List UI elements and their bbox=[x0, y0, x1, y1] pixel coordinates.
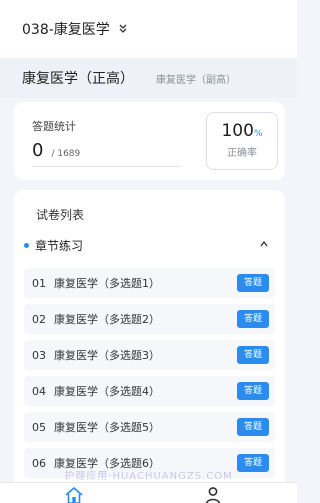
paper-list-card: 试卷列表 章节练习 01 康复医学（多选题1） 答题 02 康复医学（多选题2）… bbox=[14, 190, 285, 490]
list-item[interactable]: 01 康复医学（多选题1） 答题 bbox=[24, 268, 275, 298]
item-number: 03 bbox=[32, 348, 46, 362]
chevron-up-icon[interactable] bbox=[259, 240, 269, 248]
user-icon[interactable] bbox=[204, 486, 222, 503]
bullet-dot bbox=[24, 242, 29, 248]
item-number: 02 bbox=[32, 312, 46, 326]
list-item[interactable]: 04 康复医学（多选题4） 答题 bbox=[24, 376, 275, 406]
answer-count: 0 / 1689 bbox=[32, 140, 80, 161]
bottom-nav bbox=[0, 482, 297, 503]
list-item[interactable]: 02 康复医学（多选题2） 答题 bbox=[24, 304, 275, 334]
item-label: 康复医学（多选题3） bbox=[54, 349, 160, 362]
watermark: 护理应用·HUACHUANGZS.COM bbox=[64, 471, 233, 482]
answer-button[interactable]: 答题 bbox=[237, 346, 269, 364]
accuracy-value: 100% bbox=[207, 121, 277, 141]
item-label: 康复医学（多选题4） bbox=[54, 385, 160, 398]
role-tab-senior[interactable]: 康复医学（正高） bbox=[22, 68, 134, 88]
accuracy-unit: % bbox=[253, 129, 263, 139]
item-number: 04 bbox=[32, 384, 46, 398]
accuracy-label: 正确率 bbox=[227, 148, 257, 159]
stats-divider bbox=[32, 166, 182, 167]
accuracy-number: 100 bbox=[221, 121, 254, 141]
item-label: 康复医学（多选题5） bbox=[54, 421, 160, 434]
stats-label: 答题统计 bbox=[32, 120, 76, 133]
list-item[interactable]: 05 康复医学（多选题5） 答题 bbox=[24, 412, 275, 442]
section-label: 章节练习 bbox=[35, 238, 84, 253]
answered-count: 0 bbox=[32, 140, 44, 161]
answer-button[interactable]: 答题 bbox=[237, 418, 269, 436]
paper-list-heading: 试卷列表 bbox=[36, 208, 85, 222]
stats-card: 答题统计 0 / 1689 100% 正确率 bbox=[14, 102, 285, 180]
section-chapter-practice[interactable]: 章节练习 bbox=[24, 232, 275, 258]
role-tab-associate[interactable]: 康复医学（副高） bbox=[156, 71, 236, 86]
total-count: / 1689 bbox=[51, 149, 81, 159]
answer-button[interactable]: 答题 bbox=[237, 310, 269, 328]
role-tabs: 康复医学（正高） 康复医学（副高） bbox=[0, 58, 297, 98]
app-screen: 038-康复医学 康复医学（正高） 康复医学（副高） 答题统计 0 / 1689… bbox=[0, 0, 297, 503]
item-label: 康复医学（多选题1） bbox=[54, 277, 160, 290]
home-icon[interactable] bbox=[64, 486, 84, 503]
item-label: 康复医学（多选题2） bbox=[54, 313, 160, 326]
item-number: 05 bbox=[32, 420, 46, 434]
course-title: 038-康复医学 bbox=[22, 22, 110, 38]
course-selector[interactable]: 038-康复医学 bbox=[0, 0, 297, 58]
chevron-double-down-icon[interactable] bbox=[118, 23, 128, 35]
answer-button[interactable]: 答题 bbox=[237, 274, 269, 292]
answer-button[interactable]: 答题 bbox=[237, 382, 269, 400]
item-number: 01 bbox=[32, 276, 46, 290]
list-item[interactable]: 03 康复医学（多选题3） 答题 bbox=[24, 340, 275, 370]
accuracy-box: 100% 正确率 bbox=[206, 112, 278, 170]
